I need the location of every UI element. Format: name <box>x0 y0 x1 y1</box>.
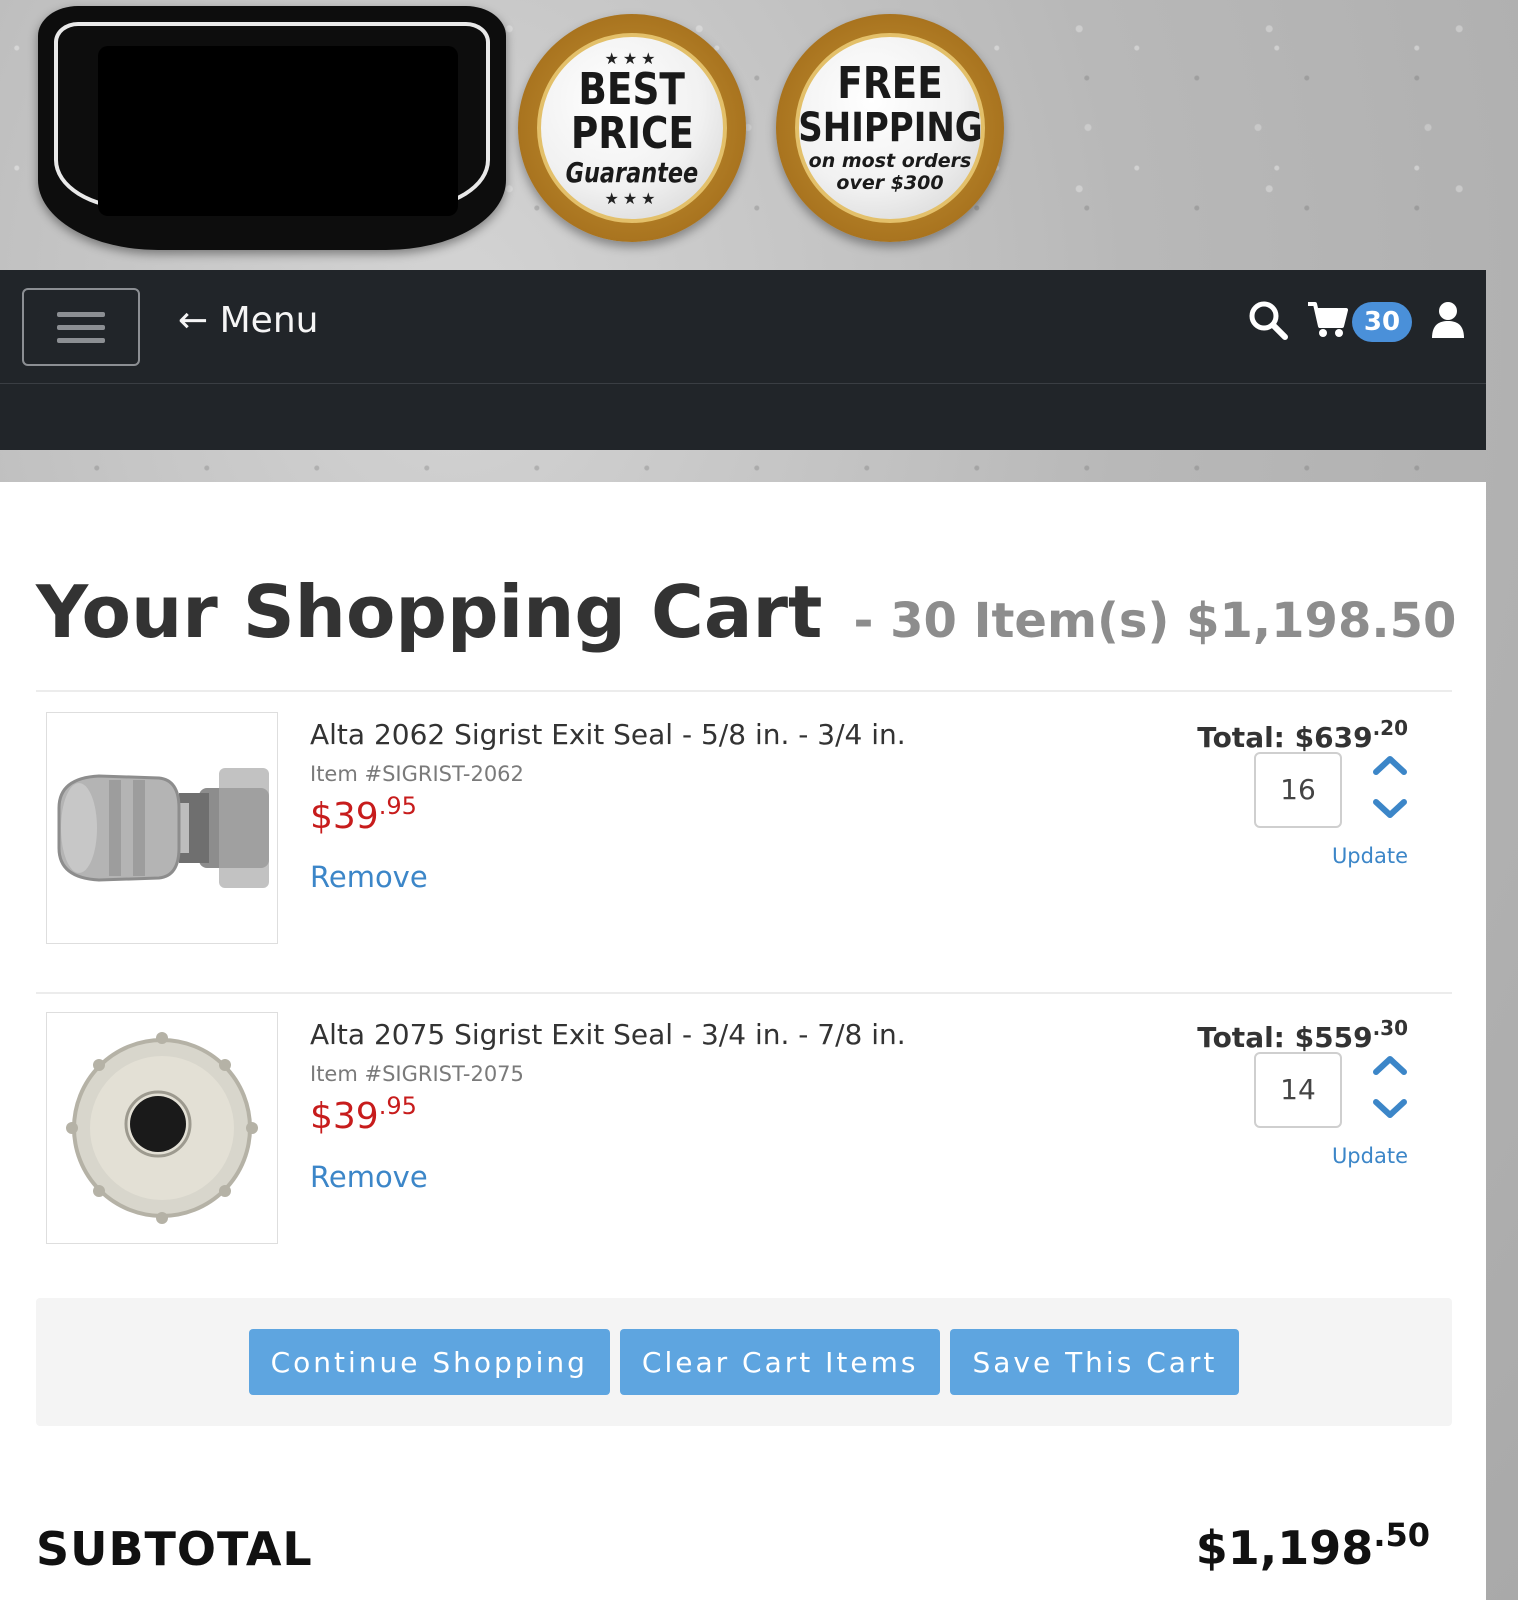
nav-secondary-bar <box>0 384 1486 450</box>
exit-seal-2062-image <box>57 768 269 888</box>
cart-title-text: Your Shopping Cart <box>36 570 823 654</box>
item-total-label: Total: $559 <box>1197 1021 1373 1054</box>
cart-summary: - 30 Item(s) $1,198.50 <box>853 593 1457 649</box>
free-shipping-badge: FREE SHIPPING on most orders over $300 <box>776 14 1004 242</box>
quantity-input[interactable]: 14 <box>1254 1052 1342 1128</box>
product-image[interactable] <box>46 1012 278 1244</box>
quantity-stepper <box>1370 754 1410 824</box>
item-total: Total: $639.20 <box>1197 716 1408 754</box>
subtotal-value: $1,198.50 <box>1196 1516 1430 1575</box>
cart-icon <box>1306 300 1348 344</box>
remove-item-link[interactable]: Remove <box>310 1160 428 1194</box>
cart-item: Alta 2062 Sigrist Exit Seal - 5/8 in. - … <box>36 692 1452 972</box>
menu-link[interactable]: ← Menu <box>178 300 318 341</box>
badge-stars-bottom: ★★★ <box>604 188 660 208</box>
item-sku: Item #SIGRIST-2075 <box>310 1062 524 1086</box>
item-total-cents: .20 <box>1372 716 1408 740</box>
save-cart-button[interactable]: Save This Cart <box>950 1329 1240 1395</box>
logo-redacted <box>98 46 458 216</box>
quantity-input[interactable]: 16 <box>1254 752 1342 828</box>
chevron-down-icon[interactable] <box>1372 798 1408 824</box>
subtotal-label: SUBTOTAL <box>36 1522 313 1576</box>
badge-most-orders-text: on most orders <box>808 150 972 172</box>
user-icon[interactable] <box>1430 300 1466 344</box>
item-price-main: $39 <box>310 1096 379 1137</box>
item-name[interactable]: Alta 2062 Sigrist Exit Seal - 5/8 in. - … <box>310 718 906 751</box>
badge-over-300-text: over $300 <box>836 172 944 194</box>
subtotal-cents: .50 <box>1373 1516 1430 1554</box>
page-title: Your Shopping Cart - 30 Item(s) $1,198.5… <box>36 570 1456 654</box>
search-icon[interactable] <box>1248 300 1288 344</box>
item-price: $39.95 <box>310 792 417 837</box>
badge-best-text: BEST <box>578 63 686 115</box>
cart-count-badge: 30 <box>1352 302 1412 342</box>
exit-seal-2075-image <box>66 1032 258 1224</box>
continue-shopping-button[interactable]: Continue Shopping <box>248 1329 610 1395</box>
item-price-cents: .95 <box>378 1092 417 1120</box>
item-price: $39.95 <box>310 1092 417 1137</box>
clear-cart-button[interactable]: Clear Cart Items <box>619 1329 941 1395</box>
badge-guarantee-text: Guarantee <box>565 155 699 189</box>
cart-panel: Your Shopping Cart - 30 Item(s) $1,198.5… <box>0 482 1486 1600</box>
main-navbar: ← Menu 30 <box>0 270 1486 384</box>
badge-shipping-text: SHIPPING <box>797 105 983 151</box>
chevron-up-icon[interactable] <box>1372 1054 1408 1080</box>
chevron-down-icon[interactable] <box>1372 1098 1408 1124</box>
site-logo[interactable] <box>38 6 506 250</box>
update-quantity-link[interactable]: Update <box>1332 844 1408 868</box>
item-sku: Item #SIGRIST-2062 <box>310 762 524 786</box>
badge-price-text: PRICE <box>570 107 694 159</box>
item-price-main: $39 <box>310 796 379 837</box>
item-total-label: Total: $639 <box>1197 721 1373 754</box>
site-header: ★★★ BEST PRICE Guarantee ★★★ FREE SHIPPI… <box>0 0 1518 270</box>
quantity-stepper <box>1370 1054 1410 1124</box>
chevron-up-icon[interactable] <box>1372 754 1408 780</box>
item-price-cents: .95 <box>378 792 417 820</box>
remove-item-link[interactable]: Remove <box>310 860 428 894</box>
item-total-cents: .30 <box>1372 1016 1408 1040</box>
hamburger-icon[interactable] <box>22 288 140 366</box>
badge-free-text: FREE <box>837 58 943 109</box>
subtotal-main: $1,198 <box>1195 1521 1374 1575</box>
nav-icon-group: 30 <box>1248 300 1466 344</box>
cart-button[interactable]: 30 <box>1306 300 1412 344</box>
item-name[interactable]: Alta 2075 Sigrist Exit Seal - 3/4 in. - … <box>310 1018 906 1051</box>
cart-item: Alta 2075 Sigrist Exit Seal - 3/4 in. - … <box>36 992 1452 1272</box>
cart-actions-bar: Continue Shopping Clear Cart Items Save … <box>36 1298 1452 1426</box>
product-image[interactable] <box>46 712 278 944</box>
best-price-badge: ★★★ BEST PRICE Guarantee ★★★ <box>518 14 746 242</box>
item-total: Total: $559.30 <box>1197 1016 1408 1054</box>
update-quantity-link[interactable]: Update <box>1332 1144 1408 1168</box>
